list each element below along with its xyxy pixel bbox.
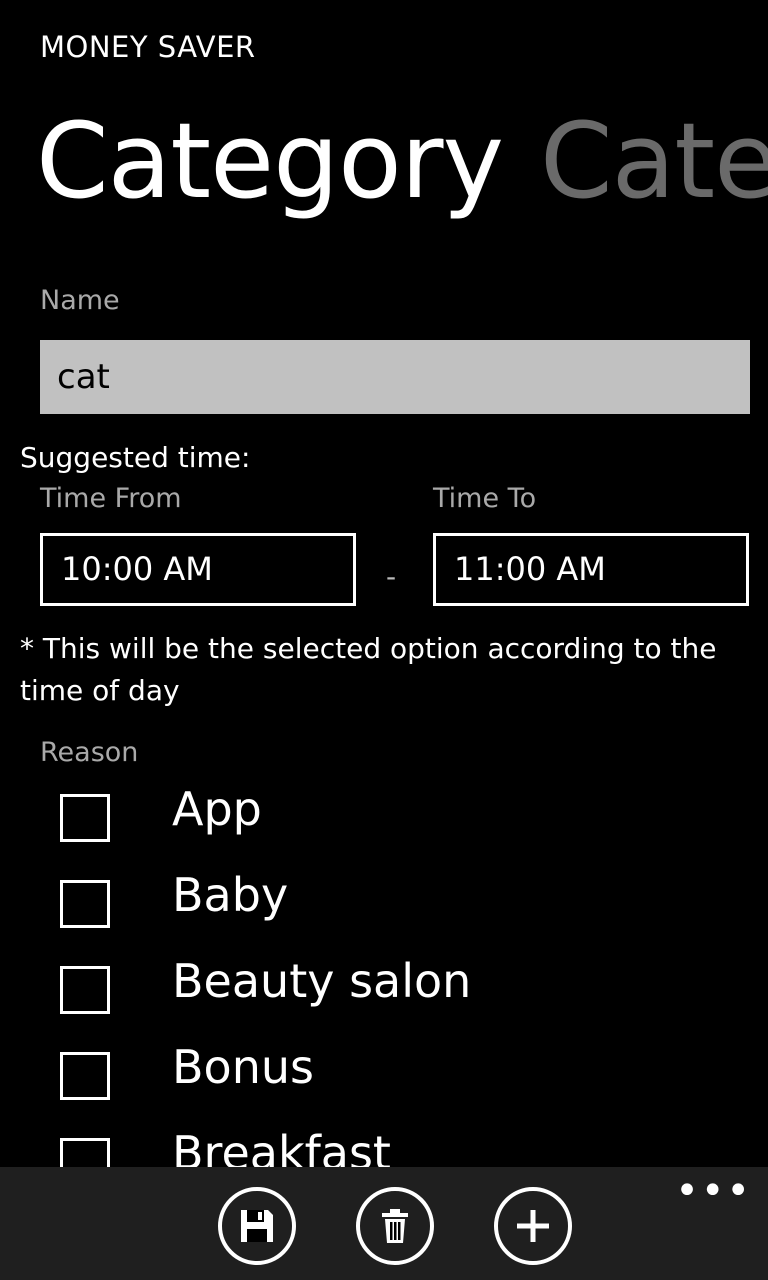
checkbox[interactable] <box>60 794 110 842</box>
screen: MONEY SAVER Category Cate Name cat Sugge… <box>0 0 768 1280</box>
time-from-picker[interactable]: 10:00 AM <box>40 533 356 606</box>
pivot-header: Category Cate <box>36 100 768 222</box>
app-title: MONEY SAVER <box>40 30 256 64</box>
name-label: Name <box>40 285 120 316</box>
reason-item-label: Baby <box>172 868 289 922</box>
save-button[interactable] <box>218 1187 296 1265</box>
delete-icon <box>382 1209 408 1243</box>
checkbox[interactable] <box>60 1052 110 1100</box>
reason-item-app[interactable]: App <box>0 780 768 866</box>
reason-item-label: Beauty salon <box>172 954 472 1008</box>
reason-item-beauty-salon[interactable]: Beauty salon <box>0 952 768 1038</box>
pivot-item-next[interactable]: Cate <box>540 100 768 222</box>
time-separator: - <box>386 560 397 593</box>
reason-item-bonus[interactable]: Bonus <box>0 1038 768 1124</box>
more-options-button[interactable]: ••• <box>675 1171 752 1211</box>
time-note: * This will be the selected option accor… <box>20 632 717 707</box>
suggested-time-label: Suggested time: <box>20 441 251 474</box>
pivot-item-category[interactable]: Category <box>36 100 504 222</box>
add-icon <box>517 1210 549 1242</box>
time-to-label: Time To <box>433 483 537 514</box>
app-bar: ••• <box>0 1167 768 1280</box>
time-from-label: Time From <box>40 483 182 514</box>
reason-item-label: App <box>172 782 262 836</box>
save-icon <box>241 1210 273 1242</box>
time-to-picker[interactable]: 11:00 AM <box>433 533 749 606</box>
reason-label: Reason <box>40 737 139 768</box>
reason-item-baby[interactable]: Baby <box>0 866 768 952</box>
reason-item-label: Bonus <box>172 1040 314 1094</box>
add-button[interactable] <box>494 1187 572 1265</box>
delete-button[interactable] <box>356 1187 434 1265</box>
checkbox[interactable] <box>60 966 110 1014</box>
checkbox[interactable] <box>60 880 110 928</box>
name-input[interactable]: cat <box>40 340 750 414</box>
